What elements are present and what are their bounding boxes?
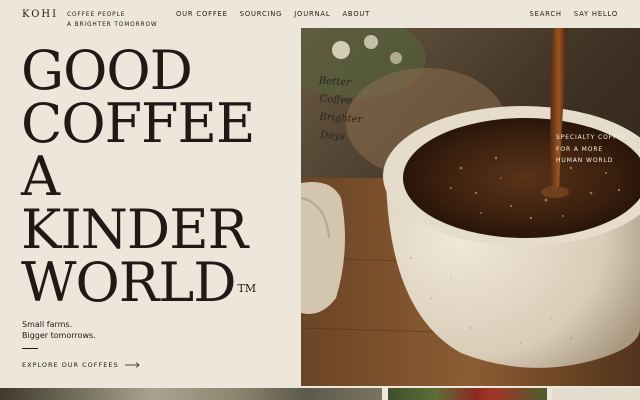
headline-line-3: A xyxy=(21,145,60,208)
nav-journal[interactable]: JOURNAL xyxy=(294,10,330,18)
utility-nav: SEARCH SAY HELLO xyxy=(530,10,618,18)
headline-line-4: KINDER xyxy=(21,198,248,261)
tagline: COFFEE PEOPLE A BRIGHTER TOMORROW xyxy=(67,10,158,30)
script-line-4: Days xyxy=(319,129,346,143)
image-overlay-text: SPECIALTY COFFEE FOR A MORE HUMAN WORLD xyxy=(556,132,627,167)
divider xyxy=(22,348,38,349)
landscape-image[interactable] xyxy=(0,388,382,400)
feature-panel xyxy=(552,388,640,400)
overlay-line-1: SPECIALTY COFFEE xyxy=(556,134,627,141)
main-nav: OUR COFFEE SOURCING JOURNAL ABOUT xyxy=(176,10,370,18)
headline-word-world: WORLD xyxy=(21,251,237,314)
script-tagline: Better Coffee Brighter Days xyxy=(315,72,366,147)
tagline-line-2: A BRIGHTER TOMORROW xyxy=(67,22,158,28)
tagline-line-1: COFFEE PEOPLE xyxy=(67,12,126,18)
nav-sourcing[interactable]: SOURCING xyxy=(240,10,283,18)
nav-our-coffee[interactable]: OUR COFFEE xyxy=(176,10,228,18)
subline-line-1: Small farms. xyxy=(22,320,73,329)
headline-line-1: GOOD xyxy=(21,39,193,102)
site-header: KOHI COFFEE PEOPLE A BRIGHTER TOMORROW O… xyxy=(0,0,640,28)
nav-say-hello[interactable]: SAY HELLO xyxy=(574,10,618,18)
nav-about[interactable]: ABOUT xyxy=(342,10,370,18)
headline-line-2: COFFEE xyxy=(21,92,255,155)
nav-search[interactable]: SEARCH xyxy=(530,10,562,18)
hero-image: Better Coffee Brighter Days SPECIALTY CO… xyxy=(301,28,640,386)
explore-coffees-link[interactable]: EXPLORE OUR COFFEES xyxy=(22,361,140,369)
arrow-right-icon xyxy=(124,362,140,368)
logo[interactable]: KOHI xyxy=(22,9,58,20)
cta-label: EXPLORE OUR COFFEES xyxy=(22,361,119,369)
headline-line-5: WORLD TM xyxy=(21,256,257,310)
overlay-line-2: FOR A MORE xyxy=(556,145,604,153)
coffee-cherries-image[interactable] xyxy=(388,388,547,400)
hero-subline: Small farms. Bigger tomorrows. xyxy=(22,319,96,341)
hero-headline: GOOD COFFEE A KINDER WORLD TM xyxy=(21,39,257,310)
overlay-line-3: HUMAN WORLD xyxy=(556,157,614,164)
feature-image-strip xyxy=(0,386,640,400)
subline-line-2: Bigger tomorrows. xyxy=(22,331,96,340)
trademark-mark: TM xyxy=(237,282,257,295)
